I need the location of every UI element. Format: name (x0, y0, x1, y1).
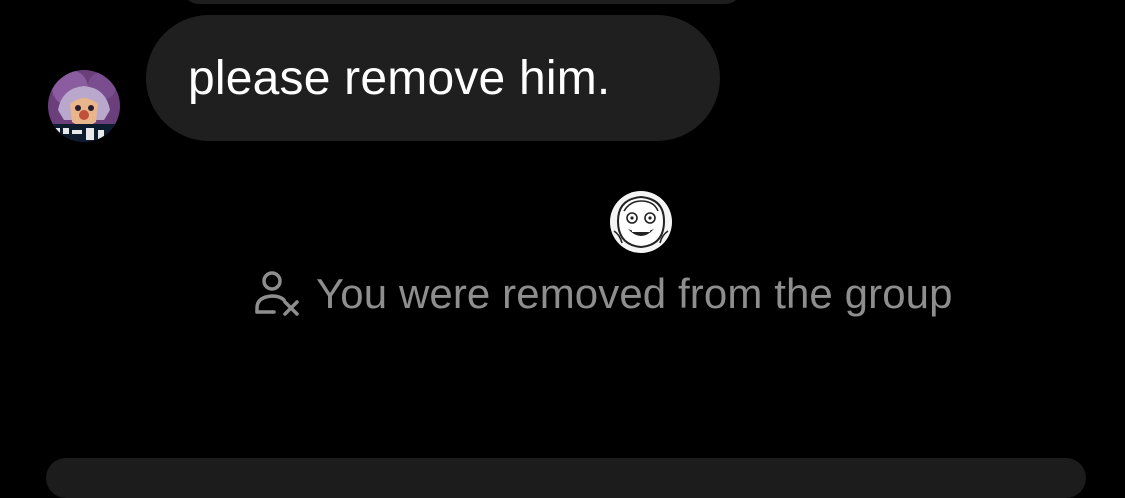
message-text: please remove him. (188, 51, 611, 105)
sender-avatar[interactable] (48, 70, 120, 142)
seen-by-avatar[interactable] (610, 191, 672, 253)
person-remove-icon (252, 268, 304, 320)
message-bubble[interactable]: please remove him. (146, 15, 720, 141)
previous-message-bubble[interactable] (182, 0, 742, 4)
message-composer[interactable] (46, 458, 1086, 498)
sender-avatar-image (48, 70, 120, 142)
system-notice-text: You were removed from the group (316, 270, 953, 317)
seen-by-avatar-image (610, 191, 672, 253)
system-notice: You were removed from the group (252, 266, 953, 322)
